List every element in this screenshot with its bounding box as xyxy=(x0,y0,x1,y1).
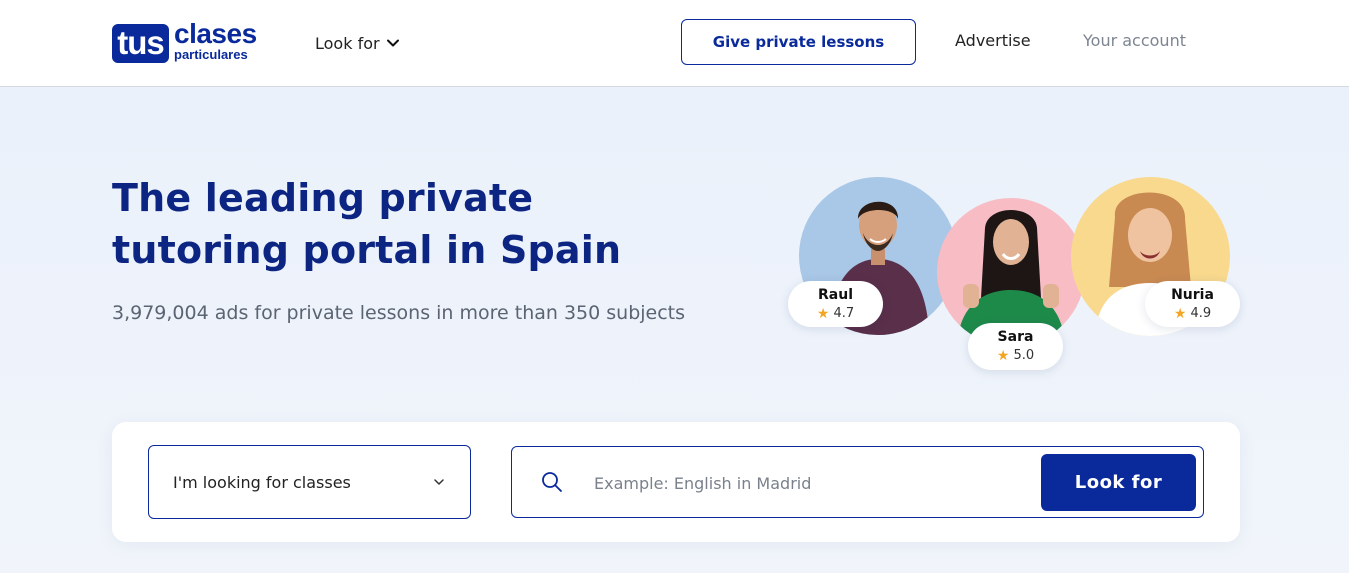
logo-word-particulares: particulares xyxy=(174,47,248,62)
nav-look-for-label: Look for xyxy=(315,33,380,53)
search-field-container: Look for xyxy=(511,446,1204,518)
tutor-name: Sara xyxy=(997,329,1034,345)
tutor-rating-value: 5.0 xyxy=(1013,348,1035,363)
star-icon: ★ xyxy=(996,348,1010,364)
logo-mark: tus xyxy=(112,24,169,63)
your-account-link[interactable]: Your account xyxy=(1083,31,1186,50)
star-icon: ★ xyxy=(1173,306,1187,322)
logo-word-clases: clases xyxy=(174,18,257,49)
tutor-name: Nuria xyxy=(1171,287,1214,303)
tutor-rating-value: 4.9 xyxy=(1190,306,1212,321)
tutor-rating-value: 4.7 xyxy=(833,306,855,321)
hero-title: The leading private tutoring portal in S… xyxy=(112,176,622,272)
class-type-select[interactable]: I'm looking for classes xyxy=(148,445,471,519)
tutor-card-sara: Sara ★ 5.0 xyxy=(968,323,1063,370)
chevron-down-icon xyxy=(434,479,444,485)
tutor-rating: ★ 5.0 xyxy=(968,347,1063,365)
search-input[interactable] xyxy=(594,465,1024,501)
hero-subtitle: 3,979,004 ads for private lessons in mor… xyxy=(112,302,686,324)
tutor-rating: ★ 4.9 xyxy=(1145,305,1240,323)
tutor-card-raul: Raul ★ 4.7 xyxy=(788,281,883,327)
look-for-button[interactable]: Look for xyxy=(1041,454,1196,511)
tutor-rating: ★ 4.7 xyxy=(788,305,883,323)
chevron-down-icon xyxy=(386,39,399,47)
site-logo[interactable]: tus clases particulares xyxy=(112,18,262,64)
search-icon xyxy=(542,472,562,492)
class-type-select-value: I'm looking for classes xyxy=(173,473,351,492)
tutor-name: Raul xyxy=(818,287,853,303)
give-private-lessons-button[interactable]: Give private lessons xyxy=(681,19,916,65)
nav-look-for-menu[interactable]: Look for xyxy=(315,31,400,55)
advertise-link[interactable]: Advertise xyxy=(955,31,1031,50)
tutor-card-nuria: Nuria ★ 4.9 xyxy=(1145,281,1240,327)
site-header: tus clases particulares Look for Give pr… xyxy=(0,0,1349,87)
star-icon: ★ xyxy=(816,306,830,322)
